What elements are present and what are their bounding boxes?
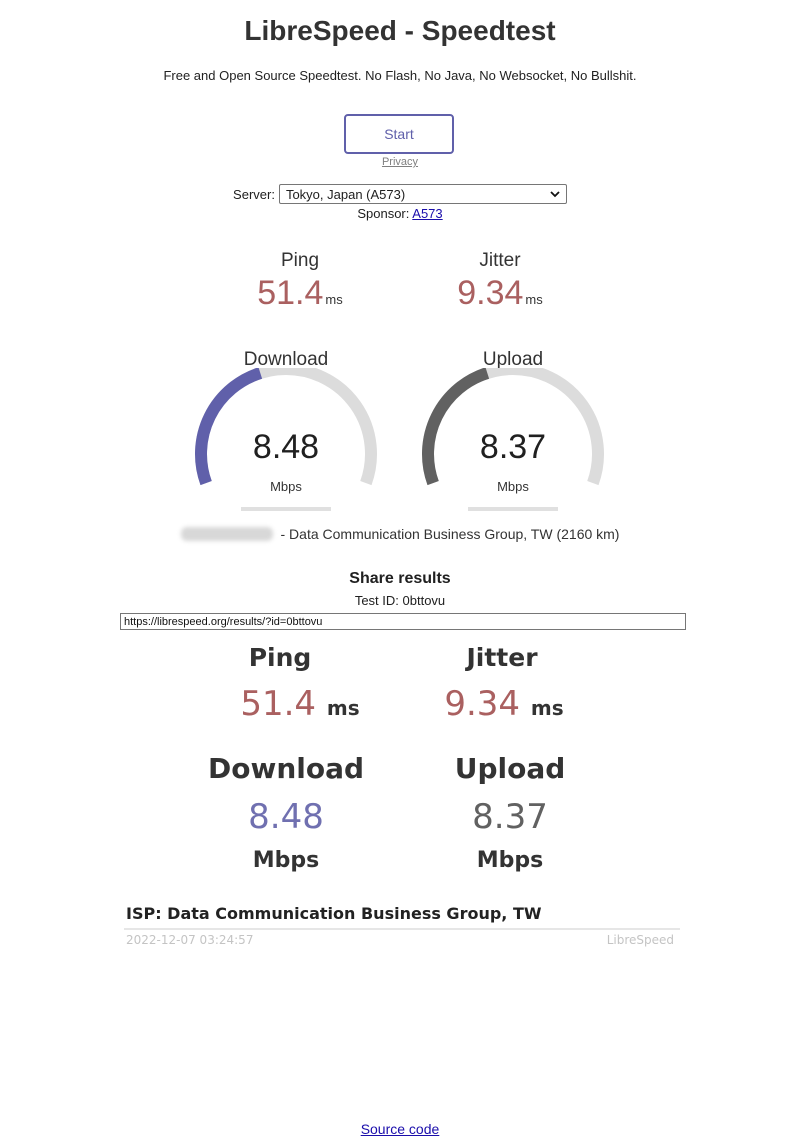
test-id: Test ID: 0bttovu (354, 593, 446, 608)
upload-progress-bar (468, 507, 558, 511)
jitter-unit: ms (525, 292, 543, 307)
result-download-value: 8.48 (248, 797, 324, 837)
result-brand: LibreSpeed (606, 933, 674, 947)
download-value: 8.48 (252, 428, 320, 466)
download-unit: Mbps (270, 479, 302, 494)
server-label: Server: (233, 186, 275, 202)
sponsor-label: Sponsor: (357, 206, 410, 221)
chevron-down-icon (550, 190, 560, 197)
jitter-label: Jitter (479, 250, 521, 271)
result-jitter-group: 9.34 ms (404, 684, 604, 724)
sponsor-row: Sponsor: A573 (0, 206, 800, 221)
server-row: Server: Tokyo, Japan (A573) (0, 184, 800, 204)
server-select[interactable]: Tokyo, Japan (A573) (278, 184, 567, 204)
ping-unit: ms (325, 292, 343, 307)
result-ping-unit: ms (326, 696, 360, 720)
result-divider (124, 928, 680, 930)
ping-label: Ping (280, 250, 320, 271)
share-results-title: Share results (349, 570, 451, 587)
sponsor-link[interactable]: A573 (412, 206, 442, 221)
start-button[interactable]: Start (344, 114, 454, 154)
result-download-unit: Mbps (252, 848, 320, 873)
source-code-link[interactable]: Source code (361, 1121, 440, 1137)
result-isp: ISP: Data Communication Business Group, … (126, 904, 542, 923)
jitter-value-group: 9.34 ms (420, 274, 580, 313)
footer: Source code (0, 1121, 800, 1137)
server-selected-value: Tokyo, Japan (A573) (285, 186, 406, 202)
ip-info-text: - Data Communication Business Group, TW … (280, 526, 620, 542)
upload-unit: Mbps (497, 479, 529, 494)
result-jitter-value: 9.34 (444, 684, 521, 724)
ip-info-row: - Data Communication Business Group, TW … (0, 526, 800, 542)
result-upload-value: 8.37 (472, 797, 548, 837)
result-upload-unit: Mbps (476, 848, 544, 873)
result-download-label: Download (207, 752, 365, 785)
ping-value-group: 51.4 ms (220, 274, 380, 313)
ping-value: 51.4 (257, 274, 324, 312)
result-ping-group: 51.4 ms (200, 684, 400, 724)
privacy-row: Privacy (0, 156, 800, 168)
result-url-field[interactable] (120, 613, 686, 630)
page-title: LibreSpeed - Speedtest (244, 15, 556, 46)
result-upload-label: Upload (454, 752, 566, 785)
result-timestamp: 2022-12-07 03:24:57 (126, 933, 254, 947)
result-ping-value: 51.4 (240, 684, 317, 724)
page-subtitle: Free and Open Source Speedtest. No Flash… (163, 68, 637, 83)
ip-address-redacted (180, 527, 273, 541)
jitter-value: 9.34 (457, 274, 524, 312)
upload-value: 8.37 (479, 428, 547, 466)
result-ping-label: Ping (248, 643, 312, 672)
privacy-link[interactable]: Privacy (382, 156, 418, 168)
result-jitter-label: Jitter (466, 643, 538, 672)
result-jitter-unit: ms (530, 696, 564, 720)
download-progress-bar (241, 507, 331, 511)
